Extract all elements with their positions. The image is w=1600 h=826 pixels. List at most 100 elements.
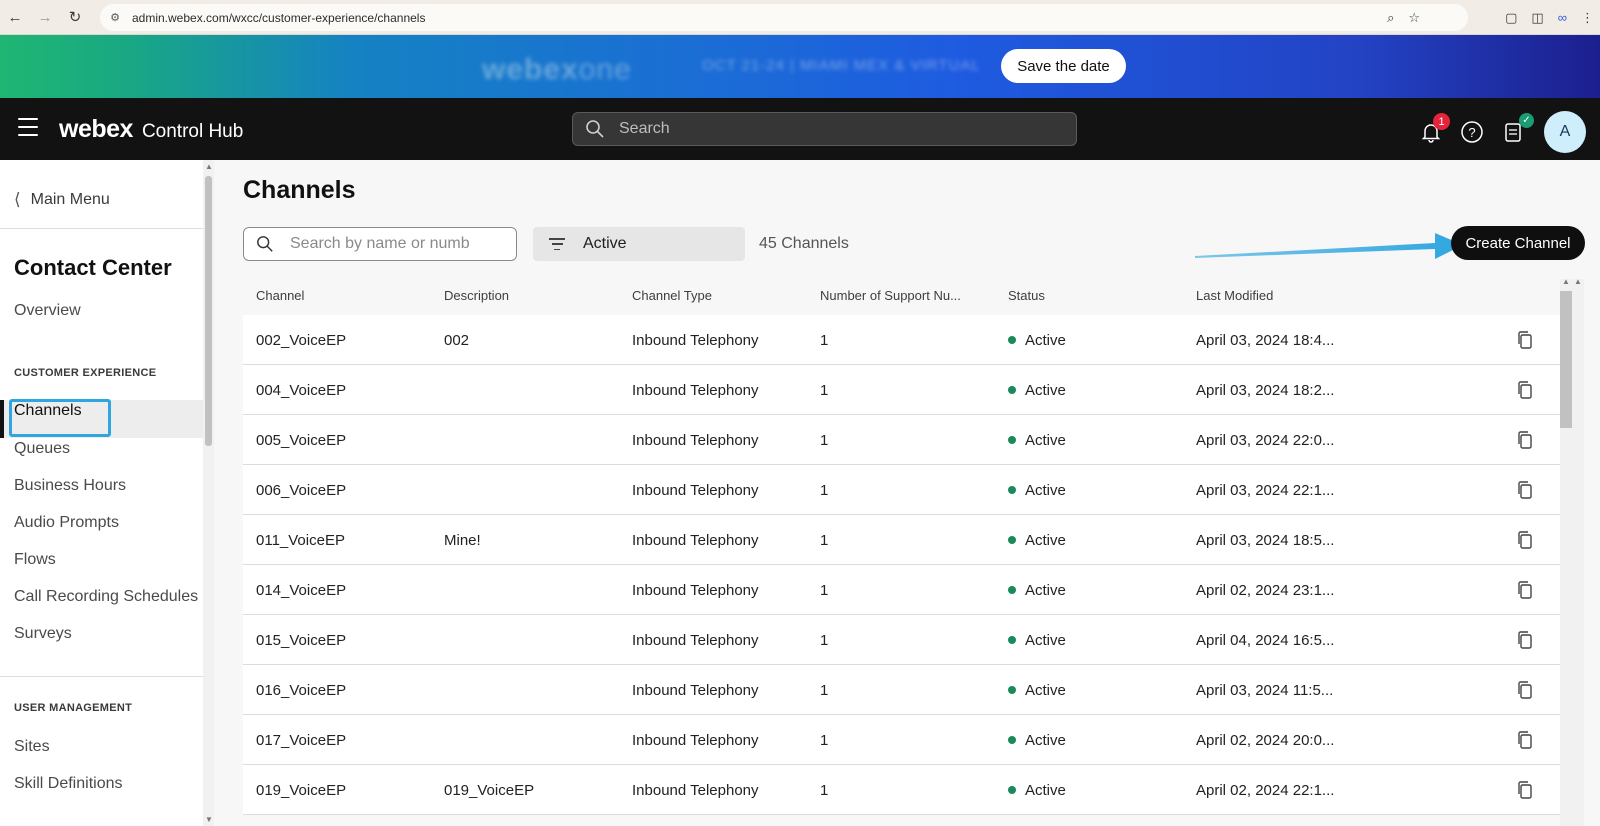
extension-logo-icon[interactable]: ∞ [1558,10,1567,25]
cell-channel[interactable]: 016_VoiceEP [256,682,346,699]
cell-channel[interactable]: 015_VoiceEP [256,632,346,649]
copy-icon[interactable] [1516,780,1534,800]
hamburger-menu-icon[interactable] [18,118,38,136]
column-header-support-numbers[interactable]: Number of Support Nu... [820,288,961,303]
address-bar[interactable]: ⚙ admin.webex.com/wxcc/customer-experien… [100,4,1468,31]
sidebar-item-call-recording-schedules[interactable]: Call Recording Schedules [14,588,198,606]
scroll-up-icon[interactable]: ▲ [1574,277,1582,286]
table-row[interactable]: 016_VoiceEP Inbound Telephony 1 Active April… [243,665,1560,715]
table-row[interactable]: 014_VoiceEP Inbound Telephony 1 Active April… [243,565,1560,615]
cell-status: Active [1008,732,1066,749]
cell-channel[interactable]: 019_VoiceEP [256,782,346,799]
column-header-last-modified[interactable]: Last Modified [1196,288,1273,303]
table-scrollbar[interactable]: ▲ ▲ [1560,277,1584,826]
status-active-icon [1008,736,1016,744]
table-row[interactable]: 015_VoiceEP Inbound Telephony 1 Active April… [243,615,1560,665]
copy-icon[interactable] [1516,430,1534,450]
copy-icon[interactable] [1516,480,1534,500]
table-body: 002_VoiceEP 002 Inbound Telephony 1 Active Ap… [243,315,1560,815]
table-row[interactable]: 019_VoiceEP 019_VoiceEP Inbound Telephony 1… [243,765,1560,815]
global-search-input[interactable]: Search [572,112,1077,146]
copy-icon[interactable] [1516,580,1534,600]
channel-search-input[interactable] [290,235,470,253]
table-row[interactable]: 006_VoiceEP Inbound Telephony 1 Active April… [243,465,1560,515]
site-info-icon[interactable]: ⚙ [108,11,122,25]
extensions-icon[interactable]: ▢ [1505,10,1517,26]
sidepanel-icon[interactable]: ◫ [1531,10,1543,26]
status-label: Active [1025,432,1066,449]
main-menu-link[interactable]: ⟨ Main Menu [14,190,110,210]
copy-icon[interactable] [1516,730,1534,750]
task-list-icon[interactable]: ✓ [1499,113,1534,146]
sidebar-scrollbar[interactable]: ▲ ▼ [203,160,214,826]
column-header-status[interactable]: Status [1008,288,1045,303]
cell-channel-type: Inbound Telephony [632,582,759,599]
sidebar-item-sites[interactable]: Sites [14,738,50,756]
forward-icon[interactable]: → [30,2,60,32]
cell-last-modified: April 02, 2024 22:1... [1196,782,1335,799]
table-row[interactable]: 011_VoiceEP Mine! Inbound Telephony 1 Active… [243,515,1560,565]
help-icon[interactable]: ? [1458,118,1486,146]
cell-channel-type: Inbound Telephony [632,632,759,649]
status-active-icon [1008,786,1016,794]
sidebar-scroll-thumb[interactable] [205,176,212,446]
sidebar-item-overview[interactable]: Overview [14,302,81,320]
copy-icon[interactable] [1516,330,1534,350]
cell-channel-type: Inbound Telephony [632,332,759,349]
banner-subtitle: OCT 21-24 | MIAMI MEX & VIRTUAL [702,57,981,74]
scroll-down-icon[interactable]: ▼ [205,815,213,824]
table-scroll-thumb[interactable] [1560,291,1572,428]
notifications-bell-icon[interactable]: 1 [1417,113,1450,146]
search-icon [586,120,604,138]
bookmark-star-icon[interactable]: ☆ [1408,10,1420,26]
cell-support-numbers: 1 [820,432,829,449]
table-row[interactable]: 004_VoiceEP Inbound Telephony 1 Active April… [243,365,1560,415]
copy-icon[interactable] [1516,380,1534,400]
sidebar-item-skill-definitions[interactable]: Skill Definitions [14,775,122,793]
browser-menu-icon[interactable]: ⋮ [1581,10,1594,26]
cell-channel[interactable]: 014_VoiceEP [256,582,346,599]
task-complete-check-icon: ✓ [1519,113,1534,128]
cell-support-numbers: 1 [820,382,829,399]
status-active-icon [1008,536,1016,544]
zoom-icon[interactable]: ⌕ [1387,10,1394,26]
user-avatar[interactable]: A [1544,111,1586,153]
column-header-channel-type[interactable]: Channel Type [632,288,712,303]
cell-support-numbers: 1 [820,682,829,699]
column-header-channel[interactable]: Channel [256,288,304,303]
scroll-up-icon[interactable]: ▲ [1562,277,1570,286]
status-label: Active [1025,582,1066,599]
channel-search-field[interactable] [243,227,517,261]
table-row[interactable]: 017_VoiceEP Inbound Telephony 1 Active April… [243,715,1560,765]
status-label: Active [1025,732,1066,749]
cell-channel[interactable]: 002_VoiceEP [256,332,346,349]
sidebar-item-flows[interactable]: Flows [14,551,56,569]
status-filter-dropdown[interactable]: Active [533,227,745,261]
cell-channel[interactable]: 011_VoiceEP [256,532,345,549]
cell-channel[interactable]: 004_VoiceEP [256,382,346,399]
scroll-up-icon[interactable]: ▲ [205,162,213,171]
create-channel-button[interactable]: Create Channel [1451,226,1585,260]
sidebar-item-business-hours[interactable]: Business Hours [14,477,126,495]
sidebar-item-queues[interactable]: Queues [14,440,70,458]
cell-status: Active [1008,782,1066,799]
back-icon[interactable]: ← [0,2,30,32]
status-active-icon [1008,486,1016,494]
save-the-date-button[interactable]: Save the date [1001,49,1126,83]
copy-icon[interactable] [1516,530,1534,550]
cell-channel[interactable]: 017_VoiceEP [256,732,346,749]
sidebar-item-channels[interactable]: Channels [14,402,82,420]
sidebar-item-audio-prompts[interactable]: Audio Prompts [14,514,119,532]
column-header-description[interactable]: Description [444,288,509,303]
brand-logo[interactable]: webex Control Hub [59,115,243,144]
copy-icon[interactable] [1516,680,1534,700]
copy-icon[interactable] [1516,630,1534,650]
reload-icon[interactable]: ↻ [60,2,90,32]
sidebar-section-title: Contact Center [14,255,172,280]
table-row[interactable]: 005_VoiceEP Inbound Telephony 1 Active April… [243,415,1560,465]
cell-channel[interactable]: 005_VoiceEP [256,432,346,449]
sidebar-item-surveys[interactable]: Surveys [14,625,72,643]
cell-channel[interactable]: 006_VoiceEP [256,482,346,499]
table-row[interactable]: 002_VoiceEP 002 Inbound Telephony 1 Active Ap… [243,315,1560,365]
cell-support-numbers: 1 [820,582,829,599]
